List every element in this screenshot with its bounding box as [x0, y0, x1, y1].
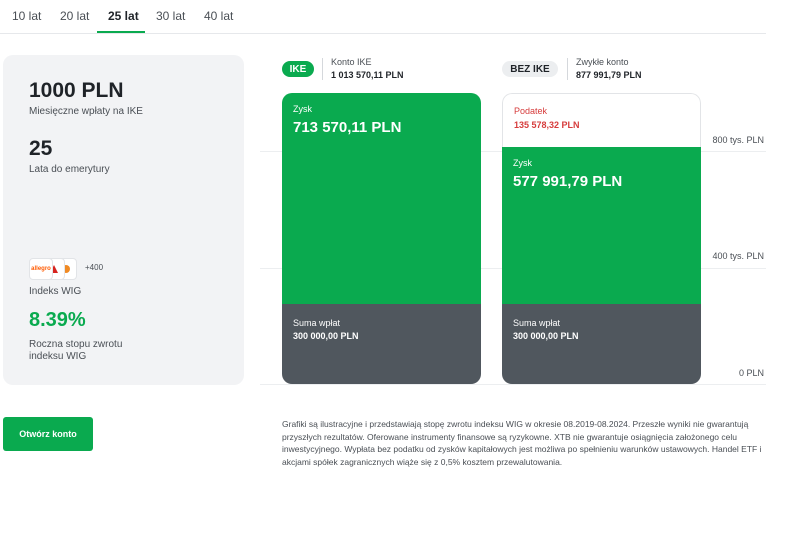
return-rate: 8.39%: [29, 309, 86, 331]
tab-25-lat[interactable]: 25 lat: [108, 9, 139, 23]
monthly-label: Miesięczne wpłaty na IKE: [29, 106, 143, 117]
ike-profit-segment: Zysk 713 570,11 PLN: [282, 93, 481, 304]
index-label: Indeks WIG: [29, 286, 82, 297]
years-label: Lata do emerytury: [29, 164, 110, 175]
monthly-amount: 1000 PLN: [29, 79, 124, 102]
bez-ike-deposit-value: 300 000,00 PLN: [513, 331, 579, 341]
gridline: [260, 384, 766, 385]
open-account-button[interactable]: Otwórz konto: [3, 417, 93, 451]
ike-pill: IKE: [282, 61, 314, 77]
summary-card: 1000 PLN Miesięczne wpłaty na IKE 25 Lat…: [3, 55, 244, 385]
active-tab-indicator: [97, 31, 145, 33]
bez-ike-profit-label: Zysk: [513, 158, 532, 168]
bez-ike-tax-value: 135 578,32 PLN: [514, 120, 580, 130]
tab-40-lat[interactable]: 40 lat: [204, 9, 233, 23]
divider: [567, 58, 568, 80]
return-label-line1: Roczna stopu zwrotu: [29, 339, 123, 350]
bez-ike-deposit-segment: Suma wpłat 300 000,00 PLN: [502, 304, 701, 384]
years-value: 25: [29, 137, 53, 160]
bez-ike-column: Podatek 135 578,32 PLN Zysk 577 991,79 P…: [502, 93, 701, 384]
tab-20-lat[interactable]: 20 lat: [60, 9, 89, 23]
return-label: Roczna stopu zwrotu indeksu WIG: [29, 339, 122, 363]
index-company-logos: allegro +400: [29, 258, 109, 280]
bez-ike-profit-segment: Zysk 577 991,79 PLN: [502, 147, 701, 304]
bez-ike-pill: BEZ IKE: [502, 61, 558, 77]
bez-ike-tax-label: Podatek: [514, 106, 548, 116]
logos-more-count: +400: [85, 263, 104, 272]
ike-profit-value: 713 570,11 PLN: [293, 119, 402, 136]
ike-column: Zysk 713 570,11 PLN Suma wpłat 300 000,0…: [282, 93, 481, 384]
tab-10-lat[interactable]: 10 lat: [12, 9, 41, 23]
bez-ike-tax-segment: Podatek 135 578,32 PLN: [502, 93, 701, 147]
allegro-logo-text: allegro: [31, 266, 51, 272]
bez-ike-deposit-label: Suma wpłat: [513, 318, 561, 328]
ike-deposit-label: Suma wpłat: [293, 318, 341, 328]
y-tick-label: 800 tys. PLN: [712, 135, 764, 145]
ike-account-total: 1 013 570,11 PLN: [331, 70, 404, 80]
y-tick-label: 0 PLN: [738, 368, 764, 378]
period-tabs: 10 lat 20 lat 25 lat 30 lat 40 lat: [0, 0, 766, 34]
ike-deposit-segment: Suma wpłat 300 000,00 PLN: [282, 304, 481, 384]
disclaimer-text: Grafiki są ilustracyjne i przedstawiają …: [282, 419, 762, 467]
y-tick-label: 400 tys. PLN: [712, 251, 764, 261]
bez-ike-account-total: 877 991,79 PLN: [576, 70, 642, 80]
bez-ike-profit-value: 577 991,79 PLN: [513, 173, 623, 190]
ike-account-label: Konto IKE: [331, 57, 372, 67]
tab-30-lat[interactable]: 30 lat: [156, 9, 185, 23]
bez-ike-account-label: Zwykłe konto: [576, 57, 629, 67]
divider: [322, 58, 323, 80]
ike-profit-label: Zysk: [293, 104, 312, 114]
allegro-logo-icon: allegro: [29, 258, 53, 280]
return-label-line2: indeksu WIG: [29, 351, 87, 362]
ike-deposit-value: 300 000,00 PLN: [293, 331, 359, 341]
